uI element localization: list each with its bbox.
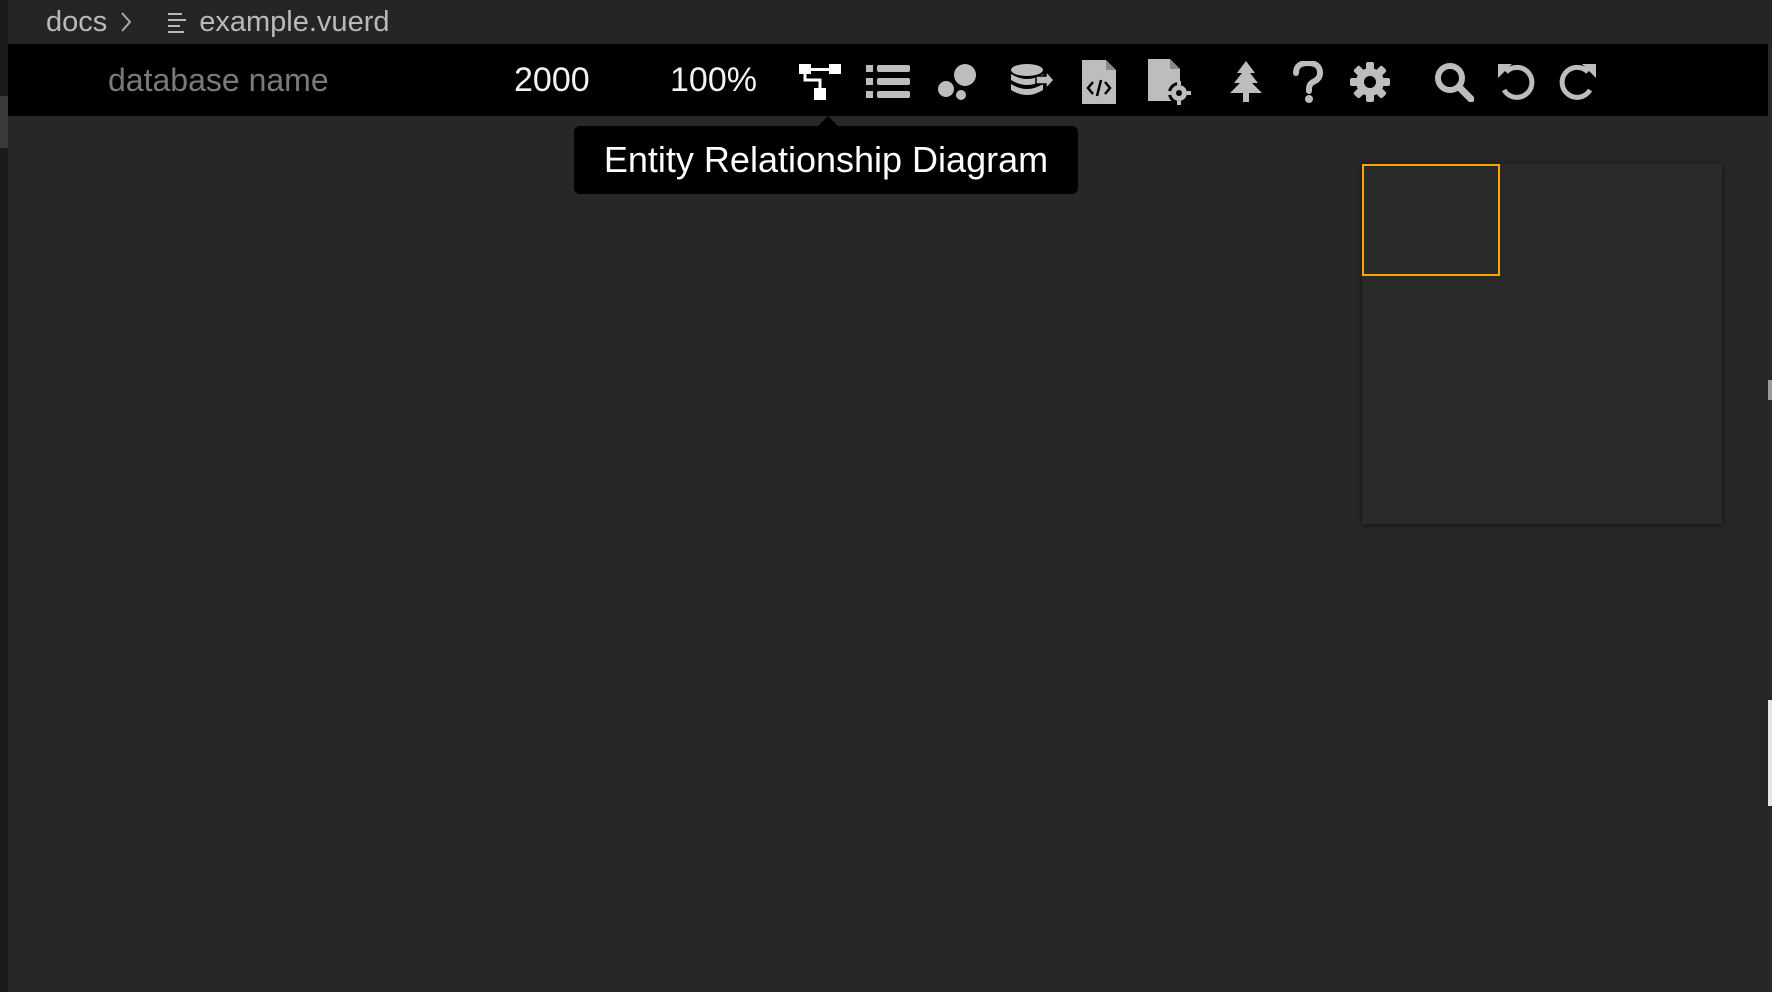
tree-icon — [1229, 61, 1263, 103]
undo-button[interactable] — [1494, 60, 1538, 104]
erd-tooltip: Entity Relationship Diagram — [574, 116, 1078, 194]
breadcrumb: docs example.vuerd — [8, 0, 1772, 44]
settings-gear-icon — [1350, 62, 1390, 102]
vertical-scrollbar-marker — [1768, 380, 1772, 400]
help-icon — [1293, 61, 1323, 103]
toolbar: 2000 100% — [8, 44, 1768, 116]
search-button[interactable] — [1432, 60, 1476, 104]
breadcrumb-folder[interactable]: docs — [46, 6, 107, 39]
canvas-size-value[interactable]: 2000 — [514, 56, 590, 104]
list-icon — [866, 63, 910, 101]
file-lines-icon — [167, 11, 187, 33]
app-window: docs example.vuerd 2000 100% — [0, 0, 1772, 992]
visualization-icon — [936, 62, 980, 102]
vertical-scrollbar-thumb[interactable] — [1768, 700, 1772, 806]
minimap[interactable] — [1362, 164, 1722, 524]
minimap-viewport[interactable] — [1362, 164, 1500, 276]
tooltip-arrow — [818, 116, 838, 126]
zoom-level-value[interactable]: 100% — [670, 56, 757, 104]
tooltip-text: Entity Relationship Diagram — [603, 139, 1049, 180]
help-button[interactable] — [1286, 60, 1330, 104]
tree-button[interactable] — [1224, 60, 1268, 104]
breadcrumb-file[interactable]: example.vuerd — [199, 6, 389, 39]
undo-icon — [1496, 62, 1536, 102]
database-import-button[interactable] — [1010, 60, 1054, 104]
redo-button[interactable] — [1556, 60, 1600, 104]
search-icon — [1434, 62, 1474, 102]
chevron-right-icon — [119, 10, 133, 34]
file-settings-icon — [1148, 59, 1192, 105]
erd-icon — [798, 62, 842, 102]
database-name-input[interactable] — [108, 56, 428, 104]
redo-icon — [1558, 62, 1598, 102]
database-import-icon — [1010, 62, 1054, 102]
activity-bar-indicator — [0, 96, 8, 148]
settings-button[interactable] — [1348, 60, 1392, 104]
export-code-file-button[interactable] — [1078, 60, 1122, 104]
list-button[interactable] — [866, 60, 910, 104]
visualization-button[interactable] — [936, 60, 980, 104]
activity-bar-edge — [0, 0, 8, 992]
erd-button[interactable] — [798, 60, 842, 104]
export-code-file-icon — [1082, 60, 1118, 104]
file-settings-button[interactable] — [1148, 59, 1192, 105]
